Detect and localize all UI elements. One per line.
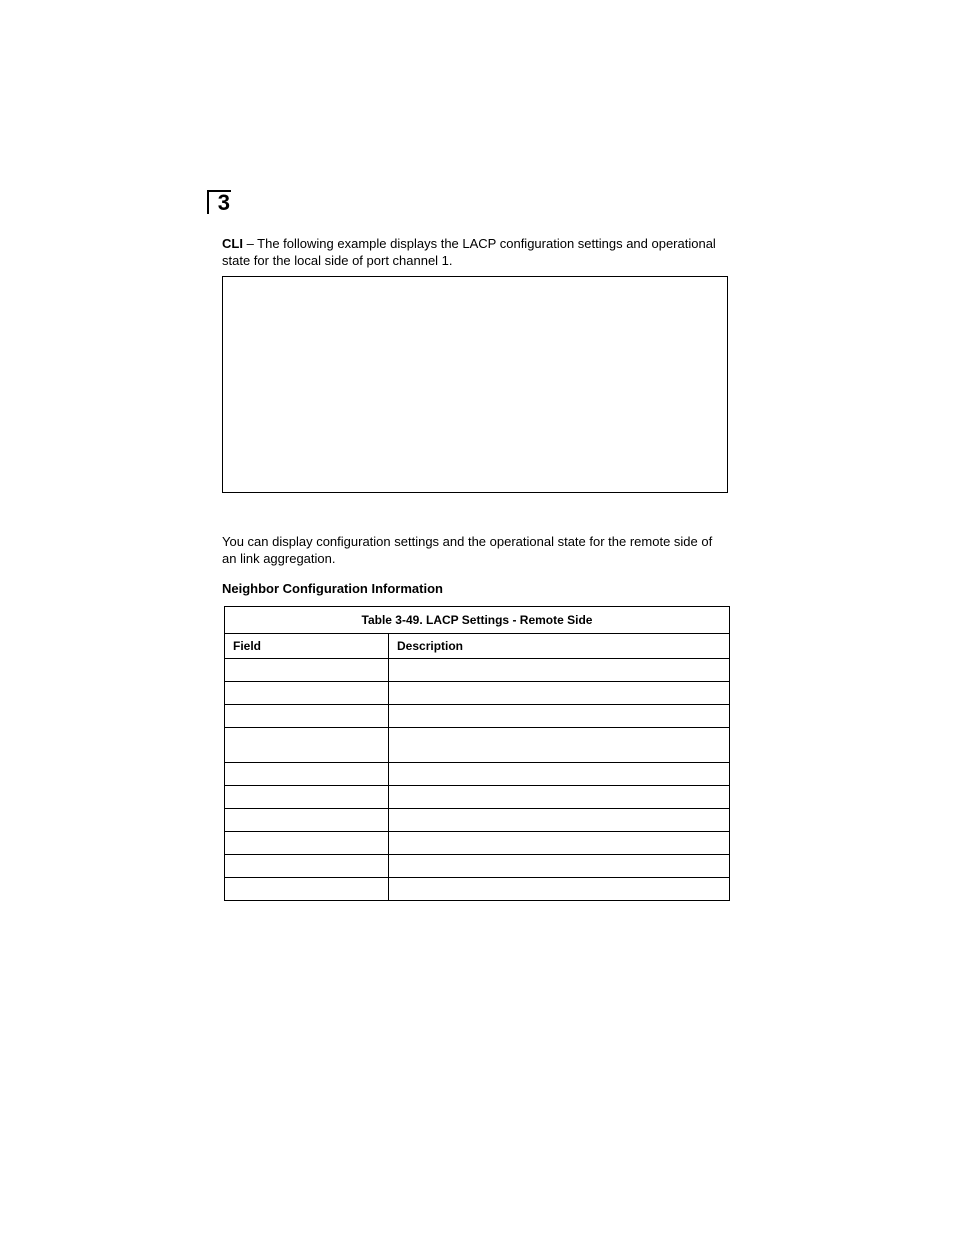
page: 3 CLI – The following example displays t… (0, 0, 954, 1235)
table-cell-field (225, 786, 389, 809)
table-cell-description (389, 855, 730, 878)
cli-output-box (222, 276, 728, 493)
table-row (225, 728, 730, 763)
table-cell-description (389, 809, 730, 832)
table-row (225, 786, 730, 809)
intro-text: – The following example displays the LAC… (222, 236, 716, 268)
table-row (225, 705, 730, 728)
table-cell-description (389, 659, 730, 682)
table-cell-field (225, 809, 389, 832)
table-cell-description (389, 786, 730, 809)
table-cell-description (389, 705, 730, 728)
table-cell-field (225, 832, 389, 855)
table-row (225, 682, 730, 705)
table-header-field: Field (225, 634, 389, 659)
chapter-number-icon: 3 (207, 190, 231, 214)
intro-paragraph: CLI – The following example displays the… (222, 235, 728, 269)
table-header-row: Field Description (225, 634, 730, 659)
lacp-remote-table: Table 3-49. LACP Settings - Remote Side … (224, 606, 730, 901)
table-header-description: Description (389, 634, 730, 659)
table-cell-description (389, 832, 730, 855)
table-cell-field (225, 855, 389, 878)
table-cell-description (389, 728, 730, 763)
table-cell-field (225, 659, 389, 682)
table-cell-description (389, 878, 730, 901)
table-row (225, 763, 730, 786)
remote-side-paragraph: You can display configuration settings a… (222, 533, 728, 567)
table-cell-description (389, 763, 730, 786)
table-cell-description (389, 682, 730, 705)
table-row (225, 809, 730, 832)
main-content: CLI – The following example displays the… (222, 185, 728, 901)
table-row (225, 832, 730, 855)
table-cell-field (225, 682, 389, 705)
intro-bold: CLI (222, 236, 243, 251)
neighbor-config-heading: Neighbor Configuration Information (222, 581, 728, 596)
table-caption: Table 3-49. LACP Settings - Remote Side (224, 606, 730, 633)
table-cell-field (225, 705, 389, 728)
table-row (225, 659, 730, 682)
table-cell-field (225, 763, 389, 786)
table-cell-field (225, 878, 389, 901)
table-row (225, 855, 730, 878)
table-row (225, 878, 730, 901)
table-cell-field (225, 728, 389, 763)
